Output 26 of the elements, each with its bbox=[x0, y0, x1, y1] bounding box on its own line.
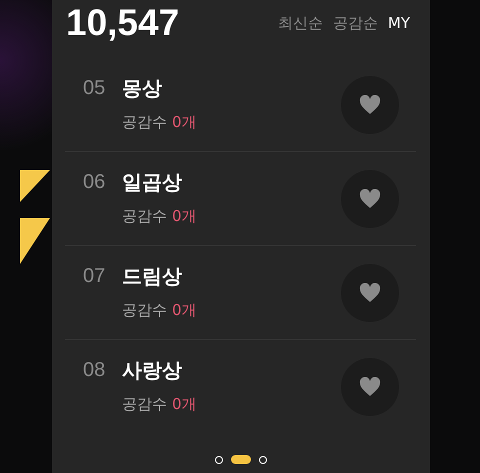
likes-label: 공감수 bbox=[122, 395, 167, 414]
likes-label: 공감수 bbox=[122, 207, 167, 226]
entry-number: 08 bbox=[83, 358, 106, 382]
sort-tab[interactable]: 공감순 bbox=[332, 14, 378, 32]
page-indicator-dot[interactable] bbox=[259, 456, 267, 464]
likes-count: 0개 bbox=[172, 113, 197, 132]
page-indicator-dot[interactable] bbox=[215, 456, 223, 464]
entry-number: 07 bbox=[83, 264, 106, 288]
heart-icon bbox=[359, 189, 381, 209]
entry-title: 몽상 bbox=[122, 74, 162, 102]
heart-icon bbox=[359, 377, 381, 397]
heart-icon bbox=[359, 95, 381, 115]
entry-title: 드림상 bbox=[122, 262, 182, 290]
entry-title: 사랑상 bbox=[122, 356, 182, 384]
likes-count: 0개 bbox=[172, 207, 197, 226]
entry-number: 06 bbox=[83, 170, 106, 194]
entry-title: 일곱상 bbox=[122, 168, 182, 196]
likes-label: 공감수 bbox=[122, 113, 167, 132]
likes-label: 공감수 bbox=[122, 301, 167, 320]
likes-count: 0개 bbox=[172, 301, 197, 320]
sort-tab[interactable]: MY bbox=[388, 14, 410, 32]
heart-icon bbox=[359, 283, 381, 303]
entry-number: 05 bbox=[83, 76, 106, 100]
sort-tab[interactable]: 최신순 bbox=[278, 14, 323, 32]
total-count: 10,547 bbox=[66, 2, 180, 44]
likes-count: 0개 bbox=[172, 395, 197, 414]
